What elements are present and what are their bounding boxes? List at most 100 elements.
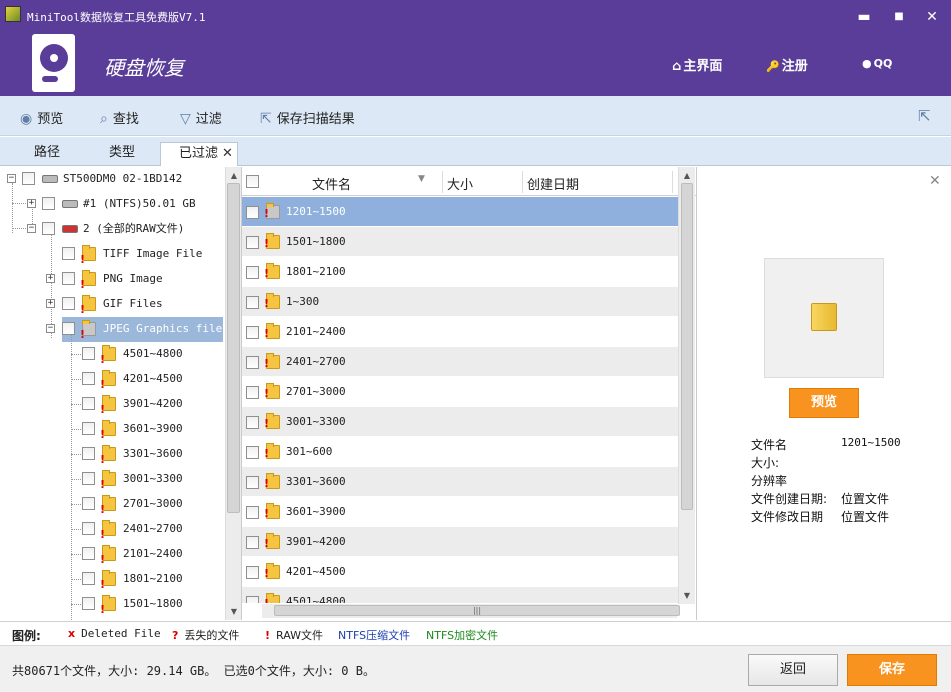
tree-checkbox[interactable] <box>82 522 95 535</box>
save-button[interactable]: 保存 <box>847 654 937 686</box>
tree-item-range[interactable]: ! 2701~3000 <box>0 493 225 516</box>
row-checkbox[interactable] <box>246 386 259 399</box>
row-checkbox[interactable] <box>246 236 259 249</box>
tree-checkbox[interactable] <box>42 222 55 235</box>
tree-checkbox[interactable] <box>62 247 75 260</box>
row-checkbox[interactable] <box>246 536 259 549</box>
scroll-up-icon[interactable]: ▲ <box>226 171 242 180</box>
tree-checkbox[interactable] <box>82 422 95 435</box>
row-checkbox[interactable] <box>246 326 259 339</box>
file-row[interactable]: ! 3301~3600 <box>242 467 678 497</box>
collapse-icon[interactable]: − <box>7 174 16 183</box>
collapse-icon[interactable]: − <box>27 224 36 233</box>
expand-icon[interactable]: + <box>46 299 55 308</box>
file-row[interactable]: ! 3601~3900 <box>242 497 678 527</box>
preview-toolbar-button[interactable]: ◉ 预览 <box>20 108 63 127</box>
find-toolbar-button[interactable]: ⌕ 查找 <box>100 108 139 127</box>
nav-qq[interactable]: ● QQ <box>862 57 892 70</box>
row-checkbox[interactable] <box>246 416 259 429</box>
tab-path[interactable]: 路径 <box>34 142 60 166</box>
row-checkbox[interactable] <box>246 206 259 219</box>
tree-checkbox[interactable] <box>62 272 75 285</box>
tree-checkbox[interactable] <box>22 172 35 185</box>
file-list-hscrollbar[interactable]: ||| <box>262 604 680 618</box>
nav-home[interactable]: ⌂ 主界面 <box>672 55 722 74</box>
tree-scroll-thumb[interactable] <box>227 183 240 513</box>
tab-close-icon[interactable]: ✕ <box>222 146 233 161</box>
tree-checkbox[interactable] <box>82 372 95 385</box>
expand-icon[interactable]: + <box>46 274 55 283</box>
tree-item-range[interactable]: ! 3601~3900 <box>0 418 225 441</box>
tree-scrollbar[interactable]: ▲ ▼ <box>225 167 241 620</box>
tree-checkbox[interactable] <box>82 547 95 560</box>
row-checkbox[interactable] <box>246 596 259 603</box>
maximize-button[interactable]: ■ <box>886 6 912 28</box>
file-row[interactable]: ! 2401~2700 <box>242 347 678 377</box>
tree-checkbox[interactable] <box>82 597 95 610</box>
row-checkbox[interactable] <box>246 296 259 309</box>
tree-checkbox[interactable] <box>42 197 55 210</box>
select-all-checkbox[interactable] <box>246 175 259 188</box>
tree-item-disk[interactable]: − ST500DM0 02-1BD142 <box>0 168 225 190</box>
file-row[interactable]: ! 4501~4800 <box>242 587 678 604</box>
file-list-hscroll-thumb[interactable]: ||| <box>274 605 680 616</box>
tree-checkbox[interactable] <box>82 572 95 585</box>
tree-item-range[interactable]: ! 2101~2400 <box>0 543 225 566</box>
file-row[interactable]: ! 2101~2400 <box>242 317 678 347</box>
tree-item-range[interactable]: ! 4501~4800 <box>0 343 225 366</box>
row-checkbox[interactable] <box>246 446 259 459</box>
file-row[interactable]: ! 1~300 <box>242 287 678 317</box>
file-row[interactable]: ! 3001~3300 <box>242 407 678 437</box>
tree-item-range[interactable]: ! 3301~3600 <box>0 443 225 466</box>
tree-item-range[interactable]: ! 1501~1800 <box>0 593 225 616</box>
tree-checkbox[interactable] <box>62 297 75 310</box>
tree-item-tiff[interactable]: ! TIFF Image File <box>0 243 225 266</box>
row-checkbox[interactable] <box>246 356 259 369</box>
minimize-button[interactable]: ▬ <box>851 6 877 28</box>
tab-type[interactable]: 类型 <box>109 142 135 166</box>
tree-checkbox[interactable] <box>62 322 75 335</box>
tree-item-partition-1[interactable]: + #1 (NTFS)50.01 GB <box>0 193 225 215</box>
column-header-size[interactable]: 大小 <box>447 174 473 193</box>
column-header-name[interactable]: 文件名 <box>312 174 351 193</box>
tree-item-partition-2[interactable]: − 2 (全部的RAW文件) <box>0 218 225 240</box>
collapse-icon[interactable]: − <box>46 324 55 333</box>
tree-checkbox[interactable] <box>82 497 95 510</box>
file-row[interactable]: ! 3901~4200 <box>242 527 678 557</box>
preview-button[interactable]: 预览 <box>789 388 859 418</box>
tree-item-range[interactable]: ! 3901~4200 <box>0 393 225 416</box>
tree-checkbox[interactable] <box>82 447 95 460</box>
tree-item-range[interactable]: ! 2401~2700 <box>0 518 225 541</box>
nav-register[interactable]: 🔑 注册 <box>766 55 808 74</box>
tree-item-range[interactable]: ! 3001~3300 <box>0 468 225 491</box>
file-row[interactable]: ! 301~600 <box>242 437 678 467</box>
file-row[interactable]: ! 2701~3000 <box>242 377 678 407</box>
scroll-down-icon[interactable]: ▼ <box>679 591 695 600</box>
file-list-scroll-thumb[interactable] <box>681 183 693 510</box>
file-row[interactable]: ! 4201~4500 <box>242 557 678 587</box>
row-checkbox[interactable] <box>246 476 259 489</box>
file-list-scrollbar[interactable]: ▲ ▼ <box>678 167 695 604</box>
tree-checkbox[interactable] <box>82 472 95 485</box>
tree-item-range[interactable]: ! 4201~4500 <box>0 368 225 391</box>
filter-toolbar-button[interactable]: ▽ 过滤 <box>180 108 222 127</box>
expand-icon[interactable]: + <box>27 199 36 208</box>
tree-checkbox[interactable] <box>82 397 95 410</box>
tree-item-png[interactable]: + ! PNG Image <box>0 268 225 291</box>
scroll-up-icon[interactable]: ▲ <box>679 171 695 180</box>
file-row[interactable]: ! 1201~1500 <box>242 197 678 227</box>
share-icon[interactable]: ⇱ <box>918 107 931 125</box>
row-checkbox[interactable] <box>246 566 259 579</box>
tree-item-range[interactable]: ! 1801~2100 <box>0 568 225 591</box>
tree-item-gif[interactable]: + ! GIF Files <box>0 293 225 316</box>
save-scan-results-button[interactable]: ⇱ 保存扫描结果 <box>260 108 355 127</box>
close-button[interactable]: ✕ <box>919 6 945 28</box>
row-checkbox[interactable] <box>246 506 259 519</box>
column-header-created[interactable]: 创建日期 <box>527 174 579 193</box>
back-button[interactable]: 返回 <box>748 654 838 686</box>
preview-close-icon[interactable]: ✕ <box>929 173 941 189</box>
tree-checkbox[interactable] <box>82 347 95 360</box>
file-row[interactable]: ! 1501~1800 <box>242 227 678 257</box>
row-checkbox[interactable] <box>246 266 259 279</box>
file-row[interactable]: ! 1801~2100 <box>242 257 678 287</box>
